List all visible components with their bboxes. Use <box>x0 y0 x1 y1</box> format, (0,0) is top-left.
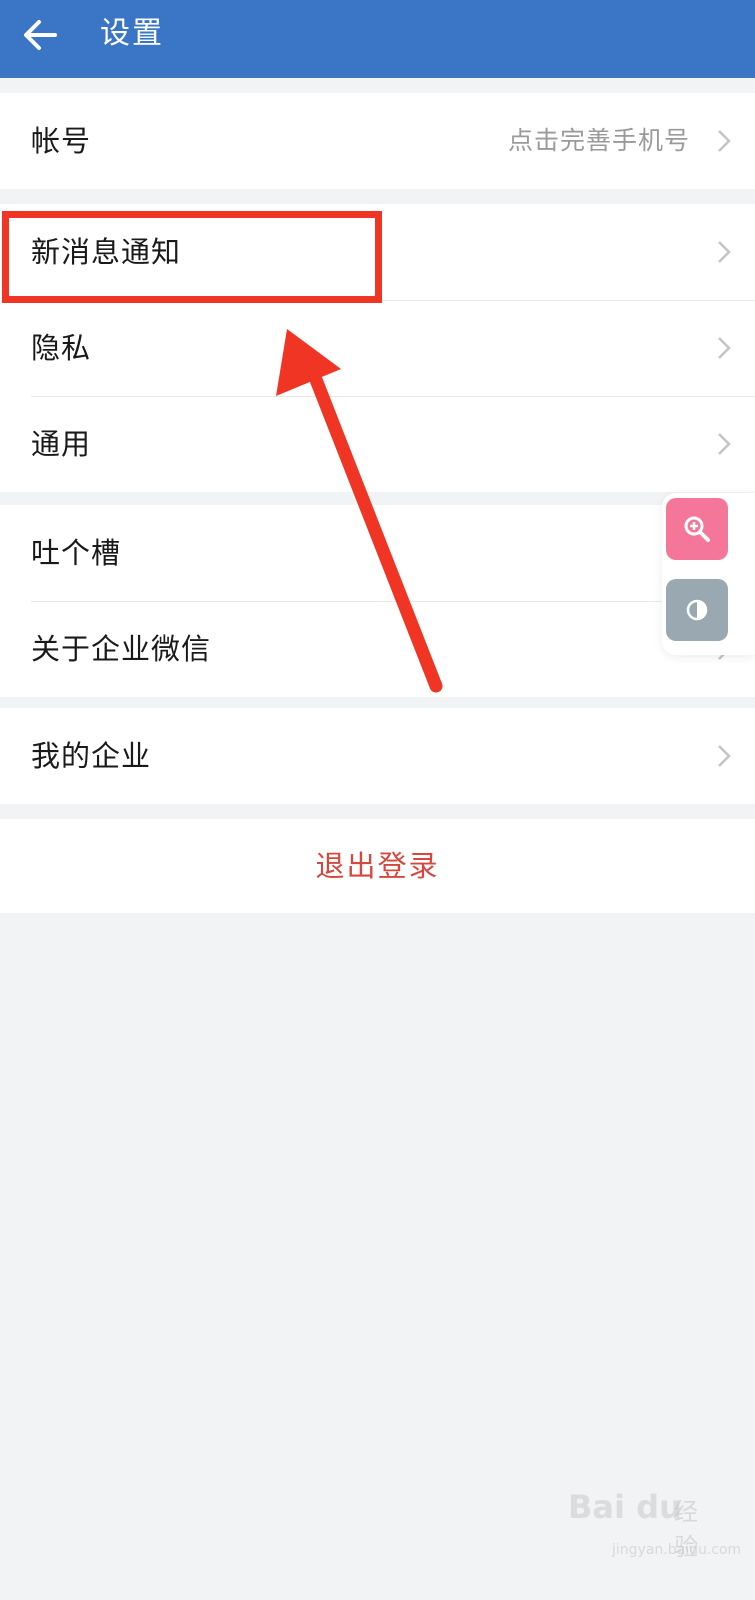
settings-item-label: 通用 <box>31 427 92 461</box>
chevron-right-icon <box>718 130 731 152</box>
enterprise-group: 我的企业 <box>0 708 755 804</box>
logout-label: 退出登录 <box>315 849 440 883</box>
contrast-icon <box>686 599 708 621</box>
chevron-right-icon <box>718 745 731 767</box>
contrast-button[interactable] <box>666 579 728 641</box>
floating-tools-panel <box>662 493 755 655</box>
watermark-url: jingyan.baidu.com <box>612 1542 742 1558</box>
watermark-brand: Bai du <box>568 1488 682 1526</box>
settings-item-label: 吐个槽 <box>31 536 122 570</box>
settings-item-my-enterprise[interactable]: 我的企业 <box>0 708 755 804</box>
settings-item-general[interactable]: 通用 <box>0 396 755 492</box>
settings-item-label: 新消息通知 <box>31 235 182 269</box>
baidu-watermark: Bai du 经验 jingyan.baidu.com <box>568 1488 741 1568</box>
chevron-right-icon <box>718 433 731 455</box>
zoom-button[interactable] <box>666 498 728 560</box>
chevron-right-icon <box>718 241 731 263</box>
page-title: 设置 <box>100 16 164 51</box>
watermark-sub: 经验 <box>674 1498 698 1561</box>
feedback-group: 吐个槽 关于企业微信 <box>0 505 755 697</box>
settings-item-account[interactable]: 帐号 点击完善手机号 <box>0 93 755 189</box>
chevron-right-icon <box>718 337 731 359</box>
settings-item-label: 帐号 <box>31 124 92 158</box>
logout-button[interactable]: 退出登录 <box>0 819 755 913</box>
app-header: 设置 <box>0 0 755 78</box>
settings-item-feedback[interactable]: 吐个槽 <box>0 505 755 601</box>
settings-item-about[interactable]: 关于企业微信 <box>0 601 755 697</box>
settings-item-notifications[interactable]: 新消息通知 <box>0 204 755 300</box>
settings-item-label: 关于企业微信 <box>31 632 212 666</box>
phone-hint: 点击完善手机号 <box>507 126 690 155</box>
settings-item-privacy[interactable]: 隐私 <box>0 300 755 396</box>
arrow-left-icon[interactable] <box>22 17 58 53</box>
preferences-group: 新消息通知 隐私 通用 <box>0 204 755 492</box>
logout-group: 退出登录 <box>0 819 755 913</box>
settings-item-label: 我的企业 <box>31 739 152 773</box>
zoom-in-icon <box>684 516 710 542</box>
account-group: 帐号 点击完善手机号 <box>0 93 755 189</box>
settings-item-label: 隐私 <box>31 331 92 365</box>
